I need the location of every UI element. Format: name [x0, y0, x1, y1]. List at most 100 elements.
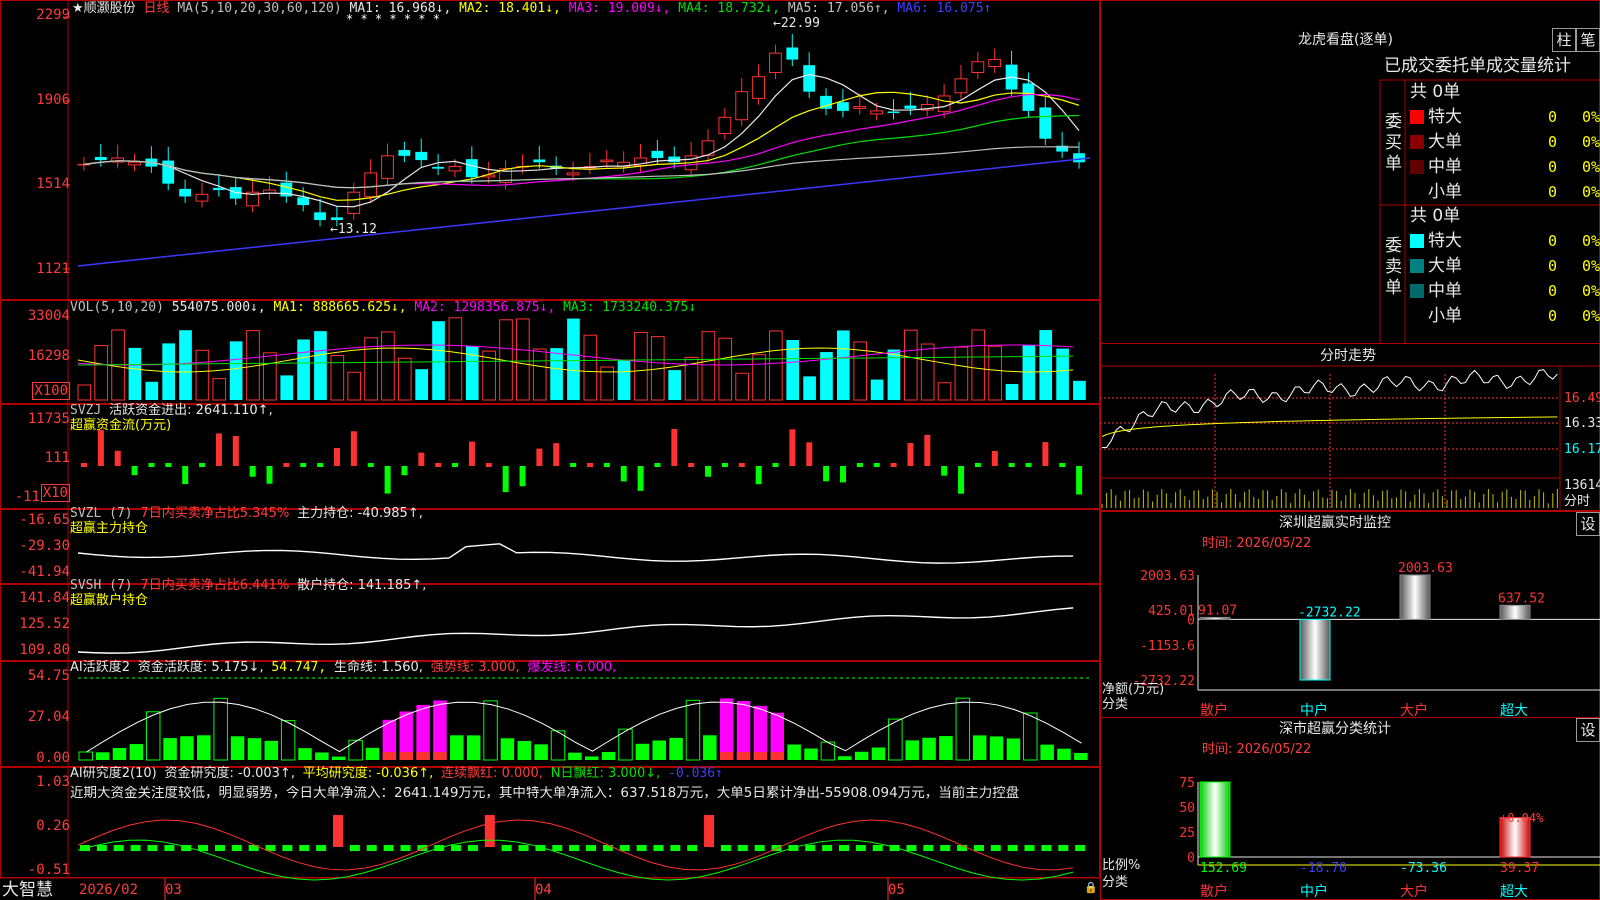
- color-swatch-icon: [1410, 234, 1424, 248]
- monitor-value-label: 91.07: [1198, 603, 1237, 618]
- main-chart-canvas[interactable]: 91.07 散户 -2732.22 中户 2003.63 大户 637.52 超大 2003.6…: [0, 0, 1600, 900]
- activity-bar: [922, 737, 936, 760]
- candle-body: [1073, 153, 1085, 163]
- volume-bar: [229, 341, 243, 400]
- candle-body: [297, 197, 310, 206]
- activity-bar: [230, 736, 245, 760]
- fund-flow-bar: [637, 466, 644, 491]
- fund-flow-bar: [367, 463, 374, 467]
- svzj-tick: -11: [14, 489, 40, 505]
- monitor-category-label: 超大: [1500, 703, 1528, 719]
- bar-mode-button[interactable]: 柱: [1552, 28, 1576, 52]
- research-bar: [484, 815, 495, 847]
- sell-row: 中单 0 0%: [1410, 281, 1600, 301]
- svsh-pct: 7日内买卖净占比6.441%: [140, 578, 290, 593]
- fund-flow-bar: [688, 463, 695, 467]
- stats-xlabel: 分类: [1102, 875, 1129, 890]
- candle-body: [1039, 107, 1052, 139]
- order-size-label: 大单: [1428, 256, 1462, 276]
- research-bar: [501, 845, 512, 851]
- research-bar: [316, 845, 327, 851]
- color-swatch-icon: [1410, 185, 1424, 199]
- monitor-settings-button[interactable]: 设: [1576, 512, 1600, 536]
- intraday-tick: 16.17: [1564, 442, 1600, 457]
- app-logo: 大智慧: [2, 880, 53, 900]
- candle-body: [195, 193, 209, 202]
- svsh-header: SVSH (7) 7日内买卖净占比6.441% 散户持仓: 141.185↑,: [70, 578, 426, 593]
- fund-flow-bar: [485, 463, 492, 467]
- monitor-ylabel: 净额(万元): [1102, 682, 1165, 697]
- order-percent: 0%: [1582, 257, 1600, 275]
- research-bar: [147, 845, 158, 851]
- activity-bar: [888, 718, 903, 761]
- activity-bar: [433, 700, 447, 760]
- fund-flow-bar: [772, 463, 779, 467]
- volume-bar: [567, 318, 580, 400]
- candle-body: [971, 61, 985, 73]
- price-tick: 1906: [36, 92, 70, 108]
- research-bar: [704, 815, 715, 847]
- research-bar: [906, 845, 917, 851]
- volume-bar: [263, 352, 277, 401]
- moving-average-line: [83, 73, 1080, 208]
- order-count: 0: [1548, 108, 1558, 126]
- star-markers: * * * * * * *: [346, 12, 440, 26]
- fund-flow-bar: [1059, 463, 1066, 467]
- volume-bar: [971, 329, 986, 401]
- intraday-tick: 16.49: [1564, 391, 1600, 406]
- candle-body: [718, 116, 732, 135]
- activity-bar: [635, 743, 650, 760]
- research-bar: [518, 845, 529, 851]
- tick-mode-button[interactable]: 笔: [1576, 28, 1600, 52]
- order-size-label: 特大: [1428, 231, 1462, 251]
- order-count: 0: [1548, 133, 1558, 151]
- activity-bar: [348, 739, 363, 761]
- stats-settings-button[interactable]: 设: [1576, 718, 1600, 742]
- fund-flow-bar: [468, 441, 475, 466]
- svzj-tick: 111: [44, 450, 70, 466]
- order-size-label: 中单: [1428, 281, 1462, 301]
- research-bar: [737, 845, 748, 851]
- stats-value-label: -73.36: [1400, 861, 1447, 876]
- svzj-value: 活跃资金进出: 2641.110↑,: [109, 403, 273, 418]
- lock-icon[interactable]: 🔒: [1084, 880, 1098, 895]
- stats-annotation: +0.04%: [1500, 811, 1544, 825]
- sell-row: 大单 0 0%: [1410, 256, 1600, 276]
- fund-flow-bar: [823, 466, 830, 482]
- activity-bar: [972, 735, 987, 760]
- ma6-value: MA6: 16.075↑: [897, 1, 992, 16]
- order-size-label: 小单: [1428, 306, 1462, 326]
- research-bar: [198, 845, 209, 851]
- candle-body: [448, 166, 462, 172]
- svsh-tick: 141.84: [19, 590, 70, 606]
- fund-flow-bar: [81, 463, 87, 467]
- price-tick: 1121: [36, 261, 70, 277]
- date-label: 04: [535, 882, 552, 898]
- fund-flow-bar: [249, 466, 256, 477]
- activity-bar: [1023, 712, 1038, 761]
- research-bar: [451, 845, 462, 851]
- fund-flow-bar: [334, 448, 340, 466]
- research-bar: [872, 845, 883, 851]
- svzl-tick: -41.94: [19, 564, 70, 580]
- volume-bar: [634, 332, 648, 401]
- order-percent: 0%: [1582, 282, 1600, 300]
- stats-category-label: 超大: [1500, 884, 1528, 900]
- candle-body: [128, 161, 141, 166]
- fund-flow-bar: [856, 463, 863, 467]
- stats-y-tick: 0: [1187, 851, 1195, 866]
- high-price-label: ←22.99: [773, 16, 820, 31]
- research-bar: [720, 845, 731, 851]
- order-size-label: 中单: [1428, 157, 1462, 177]
- fund-flow-bar: [1076, 466, 1083, 495]
- svzl-pct: 7日内买卖净占比5.345%: [140, 506, 290, 521]
- volume-bar: [903, 329, 918, 401]
- order-count: 0: [1548, 158, 1558, 176]
- svzl-tick: -29.30: [19, 538, 70, 554]
- volume-bar: [920, 343, 935, 401]
- activity-bar: [298, 748, 312, 760]
- research-bar: [805, 845, 816, 851]
- fund-flow-bar: [840, 466, 846, 483]
- period-label[interactable]: 日线: [143, 1, 169, 16]
- fund-flow-bar: [721, 463, 728, 467]
